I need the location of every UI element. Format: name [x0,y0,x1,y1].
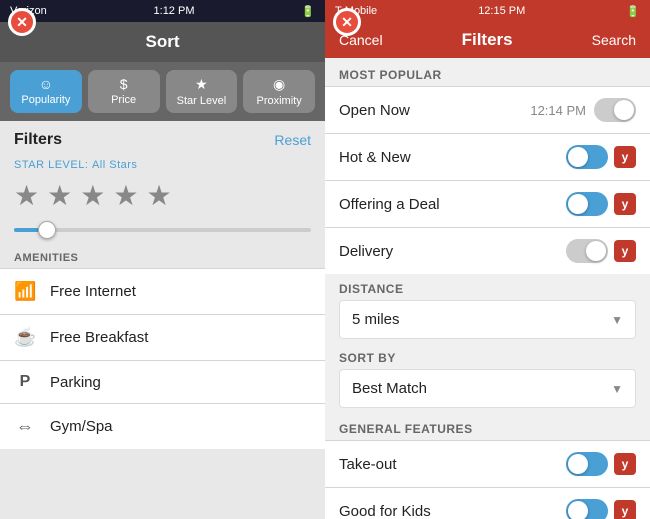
amenity-gym-spa[interactable]: ⇔ Gym/Spa [0,403,325,449]
left-time: 1:12 PM [154,5,195,17]
star-level-label: STAR LEVEL: All Stars [0,155,325,175]
yelp-badge-hot-new: y [614,146,636,168]
hot-new-label: Hot & New [339,149,566,166]
filters-reset-button[interactable]: Reset [274,132,311,148]
sort-tab-star-label: Star Level [177,95,227,107]
wifi-icon: 📶 [14,281,36,302]
open-now-toggle[interactable]: OFF [594,98,636,122]
amenity-parking-label: Parking [50,374,101,391]
star-1[interactable]: ★ [14,179,39,212]
left-battery: 🔋 [301,5,315,18]
stars-row: ★ ★ ★ ★ ★ [0,175,325,220]
right-header: Cancel Filters Search [325,22,650,58]
sortby-chevron-icon: ▼ [611,382,623,396]
offering-deal-label: Offering a Deal [339,196,566,213]
star-slider-track [14,228,311,232]
yelp-badge-good-for-kids: y [614,500,636,519]
sortby-section: Sort by Best Match ▼ [325,343,650,412]
filters-header: Filters Reset [0,121,325,155]
popularity-icon: ☺ [39,76,53,92]
amenity-parking[interactable]: P Parking [0,360,325,403]
right-content: Most Popular Open Now 12:14 PM OFF Hot &… [325,58,650,519]
amenity-free-internet-label: Free Internet [50,283,136,300]
yelp-badge-delivery: y [614,240,636,262]
star-3[interactable]: ★ [80,179,105,212]
star-4[interactable]: ★ [113,179,138,212]
filter-row-open-now: Open Now 12:14 PM OFF [325,86,650,133]
distance-label: Distance [339,282,636,296]
open-now-label: Open Now [339,102,530,119]
open-now-time: 12:14 PM [530,103,586,118]
filter-row-delivery: Delivery OFF y [325,227,650,274]
distance-section: Distance 5 miles ▼ [325,274,650,343]
sort-tab-price-label: Price [111,94,136,106]
general-features-label: General Features [325,412,650,440]
amenity-gym-label: Gym/Spa [50,418,113,435]
sort-tab-price[interactable]: $ Price [88,70,160,113]
proximity-icon: ◉ [273,76,285,93]
sortby-value: Best Match [352,380,427,397]
delivery-label: Delivery [339,243,566,260]
delivery-toggle[interactable]: OFF [566,239,608,263]
distance-dropdown[interactable]: 5 miles ▼ [339,300,636,339]
filter-row-takeout: Take-out ON y [325,440,650,487]
gym-icon: ⇔ [14,416,36,437]
hot-new-toggle[interactable]: ON [566,145,608,169]
filter-row-hot-new: Hot & New ON y [325,133,650,180]
price-icon: $ [120,76,128,92]
left-header: Sort [0,22,325,62]
sort-tabs: ☺ Popularity $ Price ★ Star Level ◉ Prox… [0,62,325,121]
sortby-label: Sort by [339,351,636,365]
right-battery: 🔋 [626,5,640,18]
left-status-bar: Verizon 1:12 PM 🔋 [0,0,325,22]
yelp-badge-offering-deal: y [614,193,636,215]
offering-deal-toggle[interactable]: ON [566,192,608,216]
right-close-button[interactable]: ✕ [333,8,361,36]
sort-tab-proximity-label: Proximity [257,95,302,107]
good-for-kids-toggle[interactable]: ON [566,499,608,519]
star-level-value: All Stars [92,159,137,171]
right-panel: ✕ T-Mobile 12:15 PM 🔋 Cancel Filters Sea… [325,0,650,519]
sort-tab-star-level[interactable]: ★ Star Level [166,70,238,113]
filters-title: Filters [14,131,62,149]
distance-chevron-icon: ▼ [611,313,623,327]
star-slider-container [0,220,325,244]
right-time: 12:15 PM [478,5,525,17]
sort-tab-popularity-label: Popularity [21,94,70,106]
left-close-button[interactable]: ✕ [8,8,36,36]
most-popular-label: Most Popular [325,58,650,86]
amenities-label: AMENITIES [0,244,325,268]
coffee-icon: ☕ [14,327,36,348]
filters-section: Filters Reset STAR LEVEL: All Stars ★ ★ … [0,121,325,519]
distance-value: 5 miles [352,311,400,328]
slider-thumb[interactable] [38,221,56,239]
filter-row-good-for-kids: Good for Kids ON y [325,487,650,519]
left-panel: ✕ Verizon 1:12 PM 🔋 Sort ☺ Popularity $ … [0,0,325,519]
good-for-kids-label: Good for Kids [339,503,566,519]
sort-tab-popularity[interactable]: ☺ Popularity [10,70,82,113]
star-5[interactable]: ★ [146,179,171,212]
sortby-dropdown[interactable]: Best Match ▼ [339,369,636,408]
filters-header-title: Filters [462,30,513,50]
filter-row-offering-deal: Offering a Deal ON y [325,180,650,227]
sort-title: Sort [146,32,180,51]
star-2[interactable]: ★ [47,179,72,212]
yelp-badge-takeout: y [614,453,636,475]
star-level-icon: ★ [195,76,208,93]
search-button[interactable]: Search [592,32,636,48]
amenity-free-breakfast[interactable]: ☕ Free Breakfast [0,314,325,360]
parking-icon: P [14,373,36,391]
amenity-free-internet[interactable]: 📶 Free Internet [0,268,325,314]
right-status-bar: T-Mobile 12:15 PM 🔋 [325,0,650,22]
amenity-free-breakfast-label: Free Breakfast [50,329,148,346]
sort-tab-proximity[interactable]: ◉ Proximity [243,70,315,113]
takeout-toggle[interactable]: ON [566,452,608,476]
takeout-label: Take-out [339,456,566,473]
